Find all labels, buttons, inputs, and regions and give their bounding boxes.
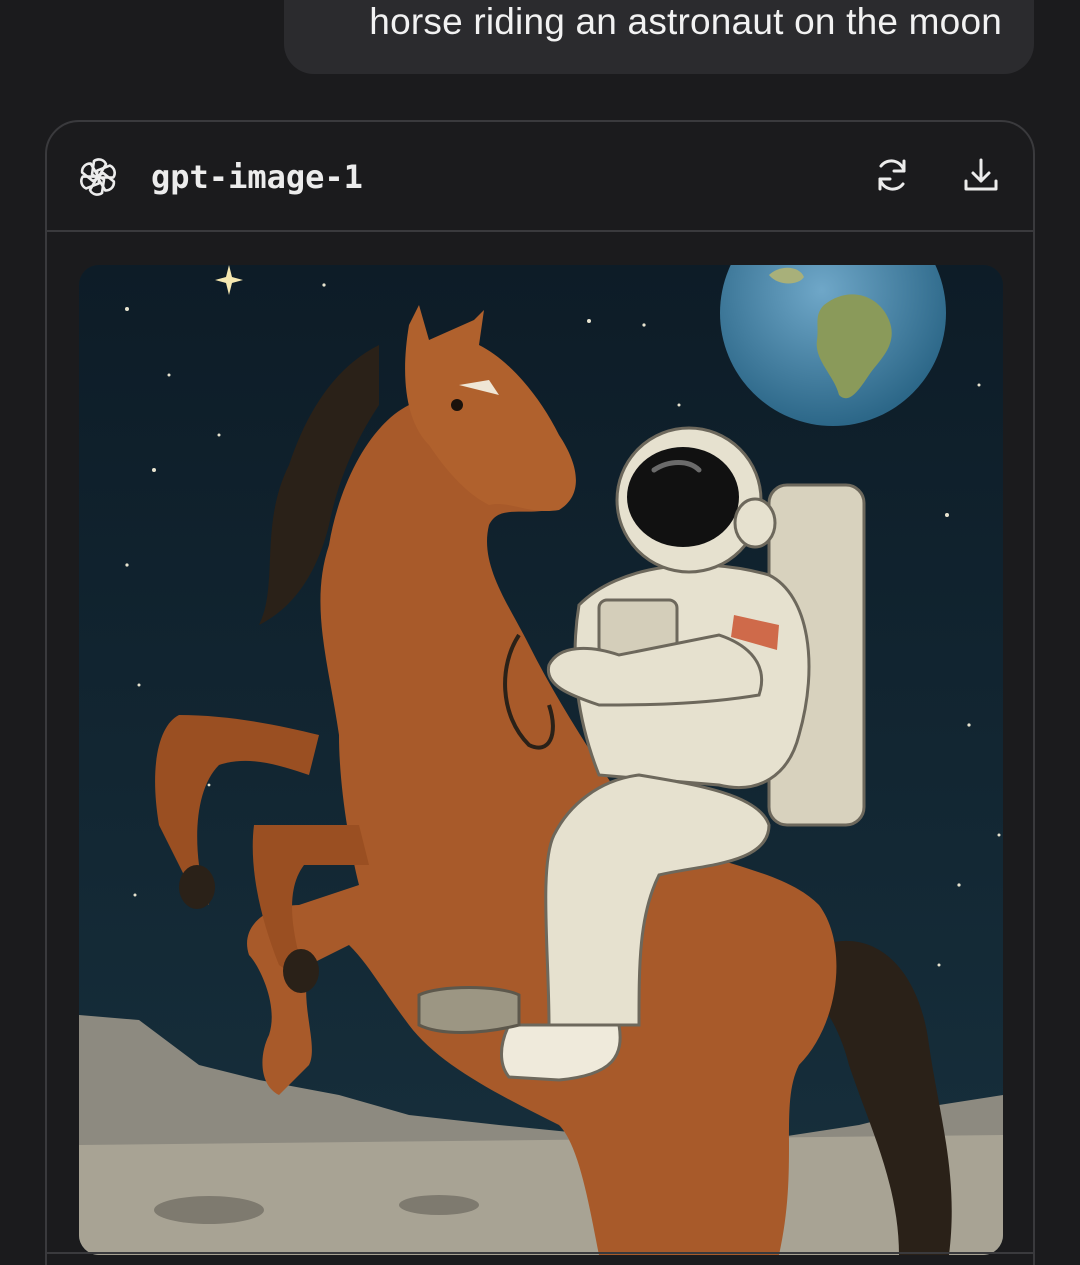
- refresh-icon: [872, 155, 912, 200]
- card-header: gpt-image-1: [47, 122, 1033, 232]
- image-result-card: gpt-image-1: [45, 120, 1035, 1265]
- card-footer-divider: [47, 1252, 1033, 1265]
- openai-logo-icon: [77, 156, 119, 198]
- download-icon: [961, 155, 1001, 200]
- model-name-label: gpt-image-1: [151, 158, 363, 196]
- user-prompt-text: horse riding an astronaut on the moon: [369, 1, 1002, 42]
- chat-page: horse riding an astronaut on the moon gp…: [0, 0, 1080, 1265]
- user-message-bubble: horse riding an astronaut on the moon: [284, 0, 1034, 74]
- regenerate-button[interactable]: [867, 152, 917, 202]
- download-button[interactable]: [956, 152, 1006, 202]
- generated-image[interactable]: [79, 265, 1003, 1255]
